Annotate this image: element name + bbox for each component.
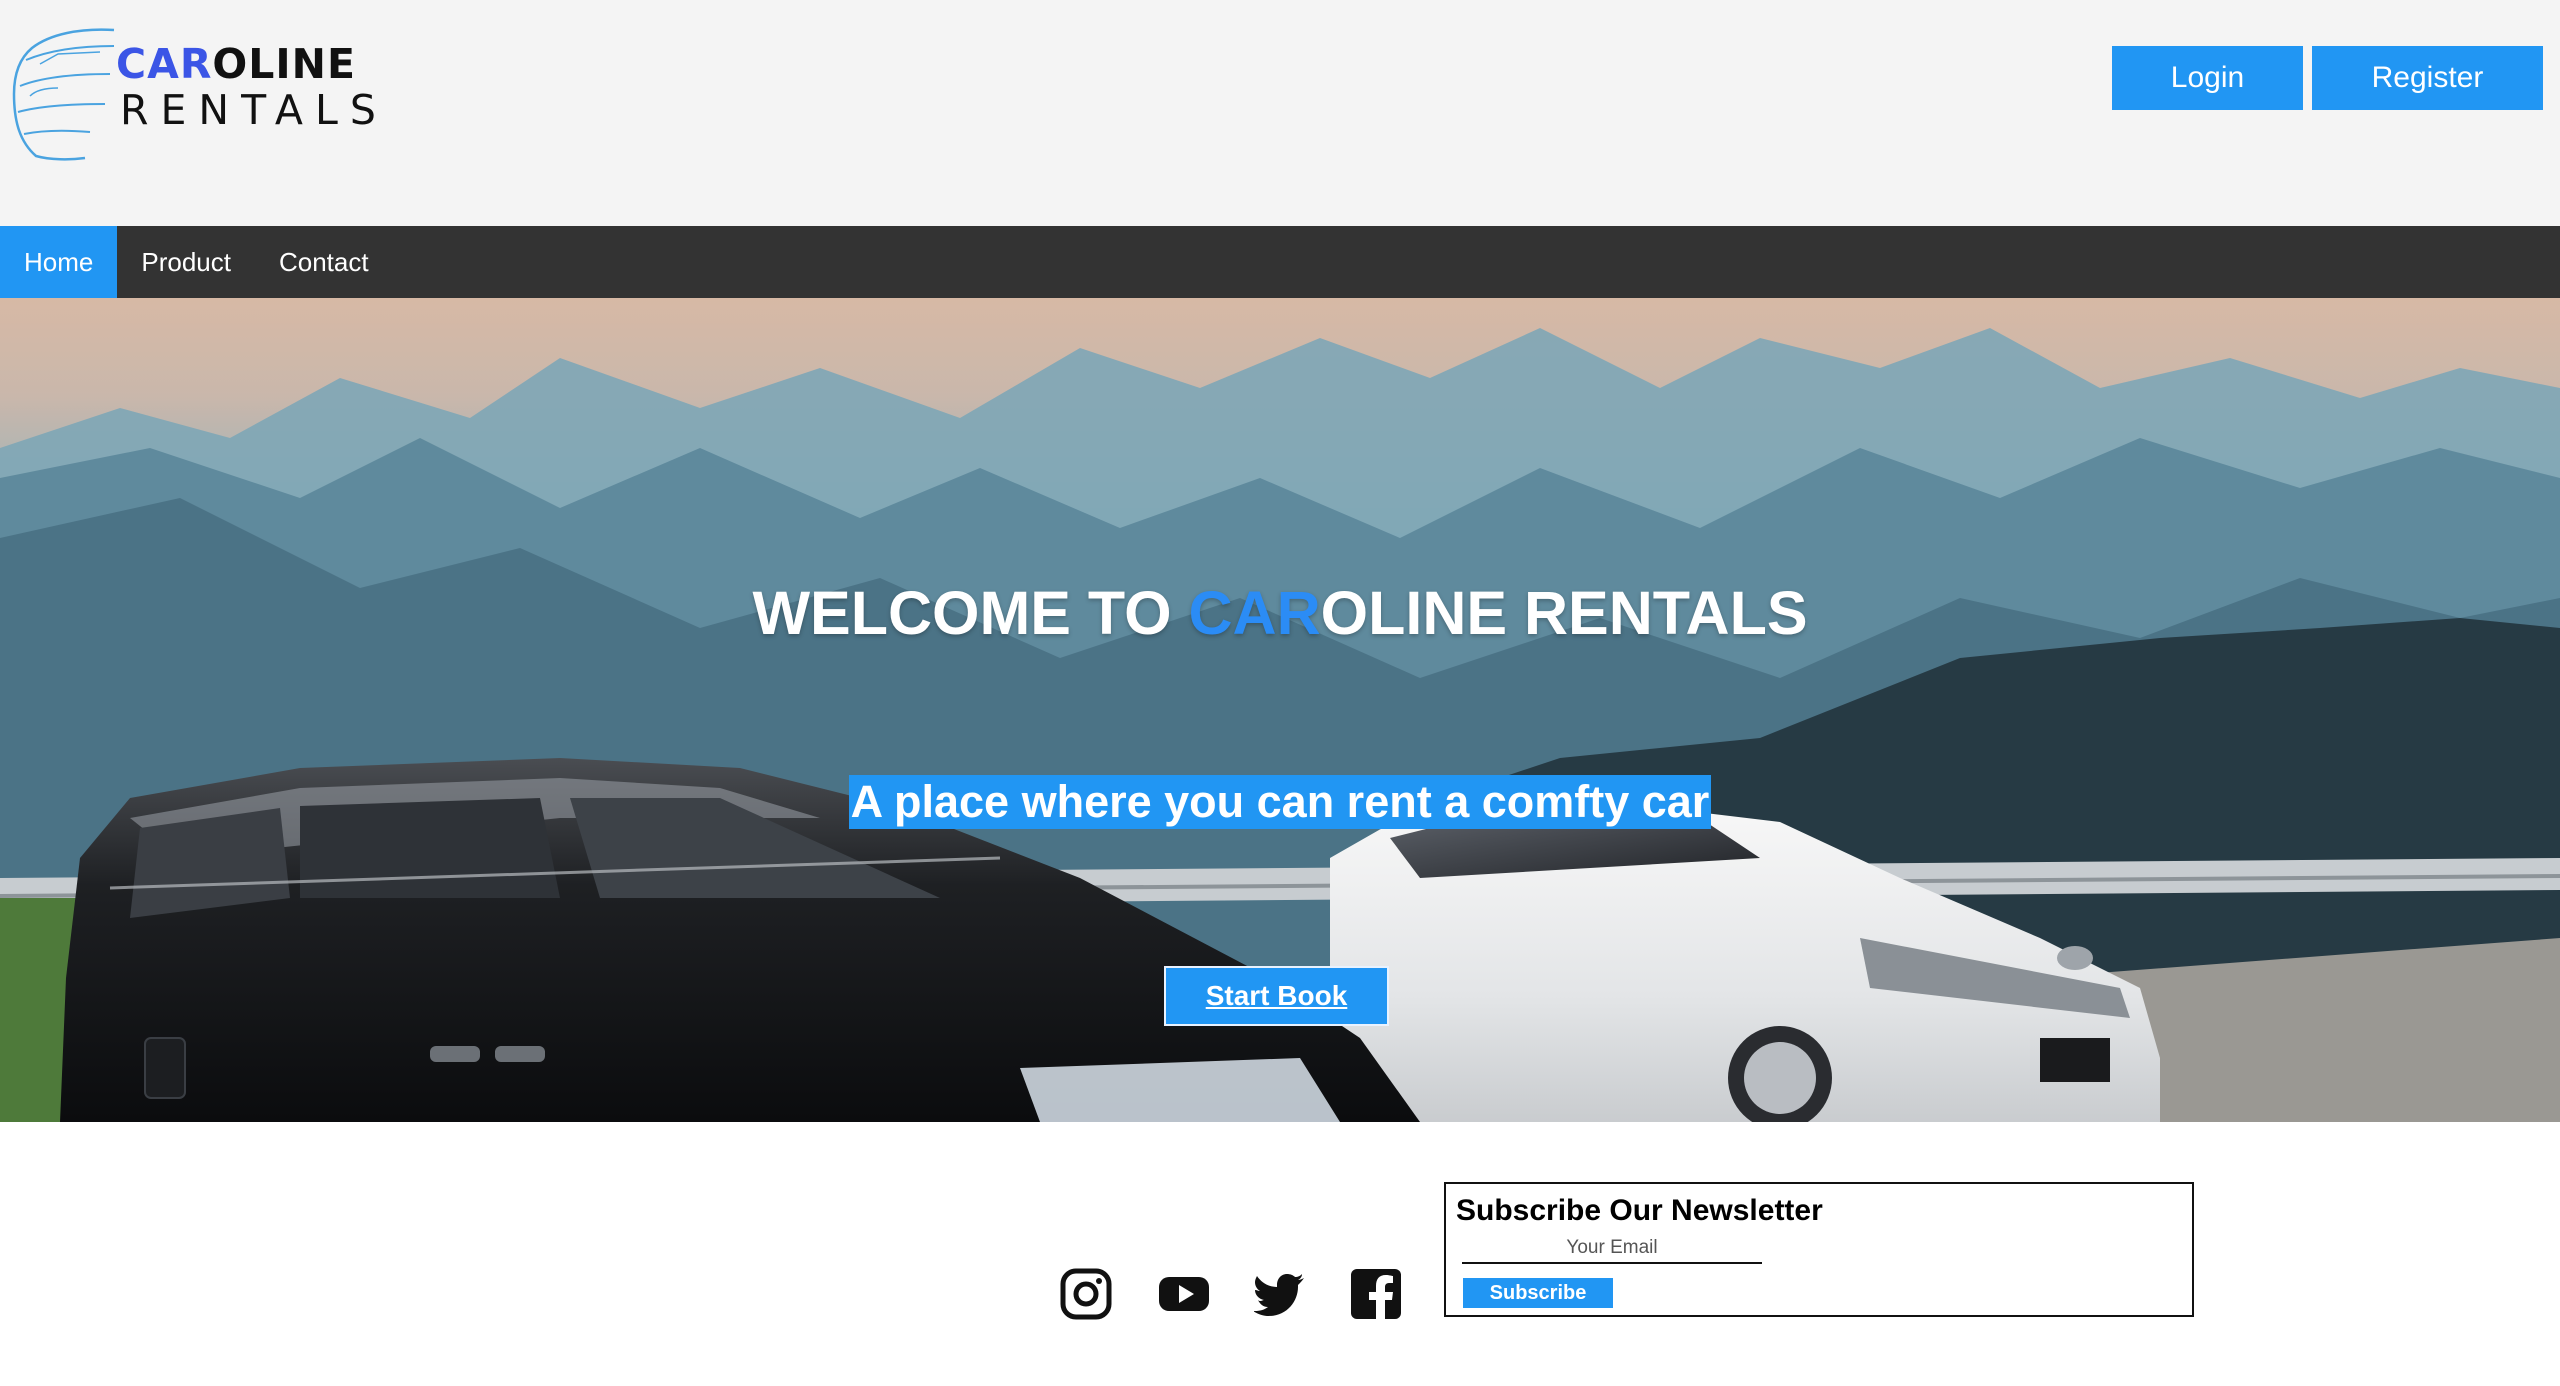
caroline-rentals-logo[interactable]: CAROLINE RENTALS — [10, 24, 376, 164]
hero-banner: WELCOME TO CAROLINE RENTALS A place wher… — [0, 298, 2560, 1122]
youtube-icon[interactable] — [1158, 1270, 1210, 1322]
nav-item-contact[interactable]: Contact — [255, 226, 393, 298]
nav-item-home[interactable]: Home — [0, 226, 118, 298]
register-button[interactable]: Register — [2312, 46, 2543, 110]
nav-item-product[interactable]: Product — [117, 226, 255, 298]
newsletter-box: Subscribe Our Newsletter Subscribe — [1444, 1182, 2194, 1317]
email-field[interactable] — [1462, 1234, 1762, 1264]
twitter-icon[interactable] — [1253, 1270, 1306, 1322]
hero-title: WELCOME TO CAROLINE RENTALS — [752, 579, 1808, 647]
instagram-icon[interactable] — [1060, 1268, 1112, 1320]
hero-subtitle: A place where you can rent a comfty car — [848, 775, 1712, 829]
hero-subtitle-wrap: A place where you can rent a comfty car — [0, 775, 2560, 829]
car-outline-logo-icon — [12, 28, 115, 161]
logo-wordmark-bottom: RENTALS — [120, 86, 388, 134]
logo-wordmark-top: CAROLINE — [116, 40, 356, 88]
newsletter-title: Subscribe Our Newsletter — [1456, 1194, 1823, 1227]
site-header: CAROLINE RENTALS Login Register — [0, 0, 2560, 226]
facebook-icon[interactable] — [1350, 1268, 1402, 1320]
login-button[interactable]: Login — [2112, 46, 2303, 110]
subscribe-button[interactable]: Subscribe — [1463, 1278, 1613, 1308]
start-book-button[interactable]: Start Book — [1164, 966, 1389, 1026]
main-nav: Home Product Contact — [0, 226, 2560, 298]
